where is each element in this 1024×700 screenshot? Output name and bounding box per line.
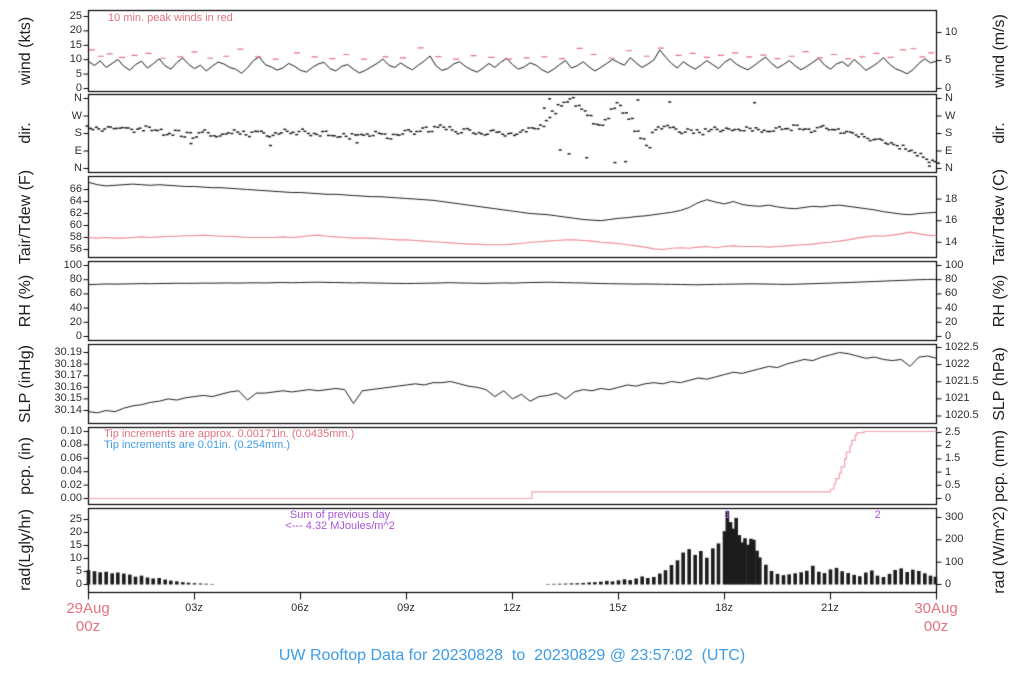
x-axis-end-hour: 00z bbox=[923, 618, 949, 635]
tick-label-slp-right-4: 1022.5 bbox=[945, 340, 979, 353]
x-tick-label-15z: 15z bbox=[609, 602, 627, 614]
tick-label-temp-left-0: 56 bbox=[69, 243, 82, 255]
rad-event-marker-1: 1 bbox=[724, 509, 731, 521]
tick-label-temp-right-0: 14 bbox=[945, 235, 958, 248]
tick-label-rh-left-0: 0 bbox=[75, 330, 82, 342]
tick-label-pcp-left-1: 0.02 bbox=[60, 478, 82, 491]
tick-label-dir-right-0: N bbox=[945, 92, 953, 104]
tick-label-pcp-right-2: 1 bbox=[945, 465, 952, 478]
tick-label-rad-right-1: 100 bbox=[945, 555, 964, 568]
tick-label-slp-right-1: 1021 bbox=[945, 392, 970, 405]
tick-label-temp-left-5: 66 bbox=[69, 183, 82, 195]
pcp-tip-note-blue: Tip increments are 0.01in. (0.254mm.) bbox=[104, 439, 291, 451]
tick-label-rad-right-3: 300 bbox=[945, 510, 964, 523]
tick-label-wind-right-1: 5 bbox=[945, 54, 952, 66]
tick-label-rad-left-1: 5 bbox=[75, 565, 82, 577]
tick-label-rh-right-4: 80 bbox=[945, 273, 958, 286]
meteogram-plot-canvas bbox=[0, 0, 1024, 700]
axis-label-right-slp: SLP (hPa) bbox=[991, 346, 1008, 421]
tick-label-wind-left-4: 20 bbox=[69, 24, 82, 37]
tick-label-rad-left-4: 20 bbox=[69, 526, 82, 538]
tick-label-pcp-right-3: 1.5 bbox=[945, 452, 961, 465]
x-tick-label-09z: 09z bbox=[397, 602, 415, 614]
axis-label-right-temp: Tair/Tdew (C) bbox=[991, 168, 1008, 265]
axis-label-right-wind: wind (m/s) bbox=[991, 13, 1008, 88]
tick-label-rh-left-4: 80 bbox=[69, 273, 82, 286]
tick-label-slp-left-5: 30.19 bbox=[54, 346, 82, 358]
x-tick-label-12z: 12z bbox=[503, 602, 521, 614]
x-tick-label-06z: 06z bbox=[291, 602, 309, 614]
tick-label-temp-left-1: 58 bbox=[69, 231, 82, 243]
tick-label-rh-left-2: 40 bbox=[69, 301, 82, 314]
tick-label-dir-right-3: E bbox=[945, 144, 953, 157]
tick-label-rh-right-5: 100 bbox=[945, 259, 964, 271]
tick-label-wind-left-2: 10 bbox=[69, 53, 82, 66]
tick-label-rad-left-5: 25 bbox=[69, 513, 82, 525]
tick-label-dir-right-2: S bbox=[945, 127, 953, 139]
tick-label-rad-right-2: 200 bbox=[945, 533, 964, 546]
tick-label-temp-right-2: 18 bbox=[945, 192, 958, 205]
tick-label-slp-left-3: 30.17 bbox=[54, 369, 82, 382]
axis-label-right-pcp: pcp. (mm) bbox=[991, 429, 1008, 502]
rad-sum-note-line2: <--- 4.32 MJoules/m^2 bbox=[285, 520, 395, 532]
tick-label-wind-left-5: 25 bbox=[69, 10, 82, 22]
tick-label-pcp-right-4: 2 bbox=[945, 439, 952, 452]
wind-peak-note: 10 min. peak winds in red bbox=[108, 12, 233, 24]
x-axis-start-date: 29Aug bbox=[66, 600, 110, 617]
tick-label-temp-right-1: 16 bbox=[945, 214, 958, 227]
tick-label-pcp-left-3: 0.06 bbox=[60, 451, 82, 464]
x-tick-label-21z: 21z bbox=[821, 602, 839, 614]
tick-label-pcp-left-4: 0.08 bbox=[60, 438, 82, 451]
tick-label-wind-right-2: 10 bbox=[945, 26, 958, 39]
tick-label-slp-left-2: 30.16 bbox=[54, 380, 82, 393]
tick-label-wind-left-1: 5 bbox=[75, 67, 82, 80]
tick-label-temp-left-4: 64 bbox=[69, 195, 82, 207]
figure-title: UW Rooftop Data for 20230828 to 20230829… bbox=[278, 647, 746, 664]
tick-label-temp-left-2: 60 bbox=[69, 219, 82, 231]
tick-label-temp-left-3: 62 bbox=[69, 207, 82, 219]
x-tick-label-03z: 03z bbox=[185, 602, 203, 614]
tick-label-slp-left-0: 30.14 bbox=[54, 404, 82, 416]
tick-label-rad-left-3: 15 bbox=[69, 539, 82, 551]
tick-label-rad-left-0: 0 bbox=[75, 578, 82, 590]
tick-label-dir-right-4: N bbox=[945, 162, 953, 174]
tick-label-pcp-left-2: 0.04 bbox=[60, 465, 82, 478]
axis-label-right-dir: dir. bbox=[991, 122, 1008, 144]
tick-label-pcp-right-1: 0.5 bbox=[945, 478, 961, 491]
tick-label-dir-left-0: N bbox=[74, 92, 82, 104]
x-axis-end-date: 30Aug bbox=[914, 600, 958, 617]
rad-event-marker-2: 2 bbox=[874, 509, 881, 521]
tick-label-dir-left-4: N bbox=[74, 162, 82, 174]
tick-label-dir-left-1: W bbox=[71, 109, 82, 122]
tick-label-rh-right-2: 40 bbox=[945, 301, 958, 314]
tick-label-slp-left-1: 30.15 bbox=[54, 392, 82, 405]
tick-label-pcp-left-5: 0.10 bbox=[60, 425, 82, 437]
tick-label-rh-left-5: 100 bbox=[63, 259, 82, 271]
tick-label-slp-right-0: 1020.5 bbox=[945, 409, 979, 422]
tick-label-dir-left-3: E bbox=[74, 144, 82, 157]
tick-label-slp-right-3: 1022 bbox=[945, 358, 970, 371]
tick-label-pcp-right-5: 2.5 bbox=[945, 426, 961, 439]
tick-label-rh-left-3: 60 bbox=[69, 287, 82, 300]
x-axis-start-hour: 00z bbox=[75, 618, 101, 635]
tick-label-pcp-right-0: 0 bbox=[945, 492, 952, 504]
axis-label-right-rad: rad (W/m^2) bbox=[991, 506, 1008, 594]
tick-label-wind-left-3: 15 bbox=[69, 38, 82, 51]
tick-label-rh-right-3: 60 bbox=[945, 287, 958, 300]
tick-label-pcp-left-0: 0.00 bbox=[60, 492, 82, 504]
tick-label-rad-left-2: 10 bbox=[69, 552, 82, 564]
tick-label-rad-right-0: 0 bbox=[945, 578, 952, 590]
tick-label-dir-right-1: W bbox=[945, 109, 956, 122]
tick-label-rh-left-1: 20 bbox=[69, 315, 82, 328]
axis-label-right-rh: RH (%) bbox=[991, 274, 1008, 327]
tick-label-dir-left-2: S bbox=[74, 127, 82, 139]
x-tick-label-18z: 18z bbox=[715, 602, 733, 614]
tick-label-slp-left-4: 30.18 bbox=[54, 357, 82, 370]
tick-label-rh-right-1: 20 bbox=[945, 315, 958, 328]
tick-label-slp-right-2: 1021.5 bbox=[945, 375, 979, 388]
